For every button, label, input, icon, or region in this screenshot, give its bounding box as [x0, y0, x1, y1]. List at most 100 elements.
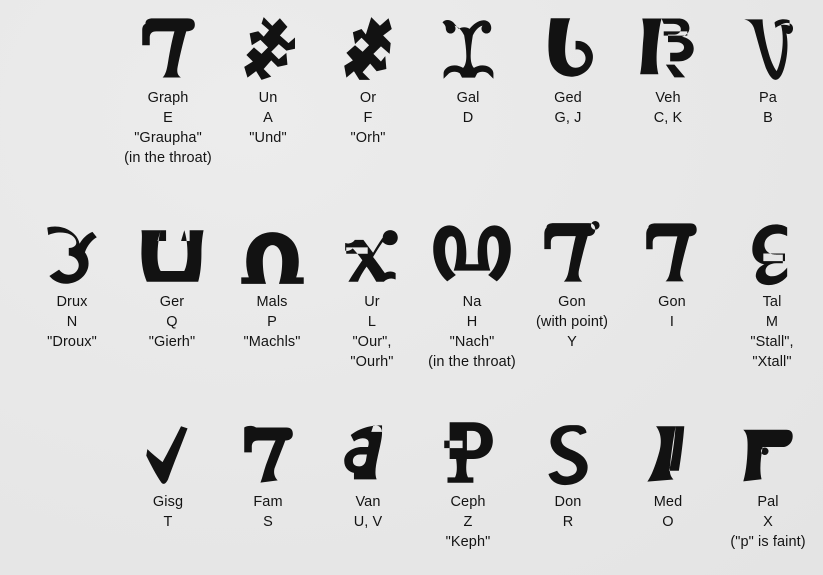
glyph-gal-icon — [418, 14, 518, 82]
glyph-letter: X — [763, 514, 773, 530]
glyph-labels: Gon I — [658, 292, 686, 332]
glyph-name: Med — [653, 494, 683, 510]
alphabet-cell-fam-s: Fam S — [218, 418, 318, 532]
glyph-name: Graph — [147, 90, 189, 106]
glyph-note-1: "Nach" — [449, 334, 495, 350]
glyph-name: Gal — [456, 90, 480, 106]
glyph-gon-icon — [622, 218, 722, 286]
glyph-labels: Ger Q "Gierh" — [149, 292, 195, 352]
glyph-labels: Na H "Nach" (in the throat) — [428, 292, 516, 372]
glyph-ceph-svg — [444, 422, 493, 483]
alphabet-cell-don-r: Don R — [518, 418, 618, 532]
glyph-letter: Q — [166, 314, 178, 330]
glyph-pal-icon — [718, 418, 818, 486]
alphabet-cell-ged-gj: Ged G, J — [518, 14, 618, 128]
glyph-na-svg — [433, 225, 511, 282]
glyph-name: Van — [355, 494, 381, 510]
glyph-veh-icon — [618, 14, 718, 82]
glyph-labels: Gal D — [457, 88, 480, 128]
glyph-letter: N — [66, 314, 78, 330]
glyph-name: Veh — [655, 90, 681, 106]
alphabet-cell-van-uv: Van U, V — [318, 418, 418, 532]
glyph-note-1: "Orh" — [350, 130, 386, 146]
glyph-letter: M — [765, 314, 779, 330]
glyph-gonpoint-icon — [522, 218, 622, 286]
glyph-pa-svg — [744, 19, 794, 80]
alphabet-cell-drux-n: Drux N "Droux" — [22, 218, 122, 352]
glyph-letter: E — [163, 110, 173, 126]
glyph-ged-icon — [518, 14, 618, 82]
glyph-name: Ger — [159, 294, 185, 310]
alphabet-row-3: Gisg T Fam S Van U, V Ceph Z "Keph" Don R Med O Pal X (… — [0, 418, 823, 552]
alphabet-cell-gisg-t: Gisg T — [118, 418, 218, 532]
glyph-mals-icon — [222, 218, 322, 286]
glyph-ged-svg — [548, 18, 593, 77]
glyph-letter: G, J — [554, 110, 582, 126]
glyph-labels: Graph E "Graupha" (in the throat) — [124, 88, 212, 168]
alphabet-cell-ger-q: Ger Q "Gierh" — [122, 218, 222, 352]
glyph-or-icon — [318, 14, 418, 82]
glyph-letter: B — [763, 110, 773, 126]
alphabet-cell-na-h: Na H "Nach" (in the throat) — [422, 218, 522, 372]
alphabet-row-2: Drux N "Droux" Ger Q "Gierh" Mals P "Machls" Ur L "… — [0, 218, 823, 372]
glyph-name: Mals — [256, 294, 288, 310]
glyph-van-svg — [344, 425, 383, 480]
glyph-labels: Gon (with point) Y — [536, 292, 608, 352]
alphabet-cell-or-f: Or F "Orh" — [318, 14, 418, 148]
alphabet-cell-ceph-z: Ceph Z "Keph" — [418, 418, 518, 552]
glyph-don-icon — [518, 418, 618, 486]
glyph-letter: U, V — [353, 514, 383, 530]
glyph-note-2: "Xtall" — [752, 354, 792, 370]
glyph-note-1: "Our", — [352, 334, 392, 350]
glyph-labels: Van U, V — [354, 492, 383, 532]
glyph-letter: C, K — [653, 110, 683, 126]
glyph-letter: I — [669, 314, 675, 330]
glyph-note-1: "Droux" — [47, 334, 97, 350]
alphabet-cell-tal-m: Tal M "Stall", "Xtall" — [722, 218, 822, 372]
alphabet-cell-gal-d: Gal D — [418, 14, 518, 128]
alphabet-cell-graph-e: Graph E "Graupha" (in the throat) — [118, 14, 218, 168]
glyph-letter: A — [263, 110, 273, 126]
glyph-note-1: "Graupha" — [134, 130, 202, 146]
glyph-or-svg — [344, 17, 392, 80]
glyph-letter: Z — [463, 514, 473, 530]
glyph-labels: Drux N "Droux" — [47, 292, 97, 352]
glyph-gisg-svg — [146, 426, 188, 484]
glyph-note-2: (in the throat) — [124, 150, 212, 166]
glyph-labels: Ur L "Our", "Ourh" — [350, 292, 393, 372]
glyph-letter: S — [263, 514, 273, 530]
glyph-letter: O — [662, 514, 674, 530]
glyph-name: Or — [359, 90, 377, 106]
glyph-tal-icon — [722, 218, 822, 286]
glyph-labels: Ceph Z "Keph" — [446, 492, 491, 552]
glyph-labels: Don R — [555, 492, 582, 532]
glyph-veh-svg — [640, 18, 694, 78]
glyph-un-svg — [244, 17, 295, 80]
glyph-ger-svg — [140, 230, 204, 282]
glyph-note-1: Y — [567, 334, 577, 350]
glyph-name: Gisg — [152, 494, 184, 510]
glyph-letter: R — [562, 514, 574, 530]
glyph-labels: Tal M "Stall", "Xtall" — [750, 292, 793, 372]
glyph-labels: Pal X ("p" is faint) — [730, 492, 805, 552]
glyph-ceph-icon — [418, 418, 518, 486]
glyph-letter: F — [363, 110, 373, 126]
glyph-don-svg — [548, 425, 588, 486]
glyph-ur-svg — [345, 230, 398, 282]
glyph-fam-svg — [244, 425, 293, 483]
alphabet-cell-med-o: Med O — [618, 418, 718, 532]
alphabet-cell-mals-p: Mals P "Machls" — [222, 218, 322, 352]
glyph-name: Gon — [658, 294, 686, 310]
glyph-note-2: (in the throat) — [428, 354, 516, 370]
glyph-name: Un — [258, 90, 278, 106]
glyph-mals-svg — [240, 232, 304, 284]
alphabet-cell-pa-b: Pa B — [718, 14, 818, 128]
glyph-drux-icon — [22, 218, 122, 286]
glyph-name: Fam — [253, 494, 283, 510]
glyph-drux-svg — [47, 226, 97, 284]
glyph-name: Gon — [558, 294, 586, 310]
glyph-name: Na — [462, 294, 482, 310]
glyph-tal-svg — [752, 224, 788, 286]
alphabet-cell-veh-ck: Veh C, K — [618, 14, 718, 128]
glyph-med-icon — [618, 418, 718, 486]
